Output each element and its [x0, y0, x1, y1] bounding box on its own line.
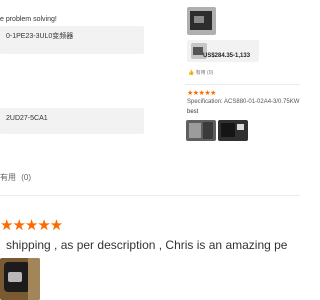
- like-count: (0): [207, 70, 214, 76]
- review-text: e problem solving!: [0, 16, 57, 23]
- like-label: 有用: [195, 70, 206, 76]
- useful-count: (0): [21, 173, 32, 182]
- review-text: shipping , as per description , Chris is…: [6, 238, 288, 252]
- thumbs-up-icon: 👍: [188, 70, 195, 76]
- review-text: best: [187, 109, 199, 115]
- review-photo[interactable]: [218, 120, 248, 141]
- like-button[interactable]: 👍 有用 (0): [188, 69, 213, 76]
- section-divider: [0, 195, 300, 196]
- rating-stars: ★★★★★: [187, 90, 216, 97]
- product-image[interactable]: [187, 7, 216, 35]
- product-spec-card[interactable]: 2UD27-5CA1: [0, 108, 144, 134]
- rating-stars: ★★★★★: [0, 217, 63, 234]
- product-price: US$284.35-1,133: [203, 53, 251, 59]
- section-divider: [185, 84, 300, 85]
- review-photo[interactable]: [0, 258, 40, 300]
- product-spec-text: 0-1PE23-3UL0变频器: [6, 33, 74, 40]
- review-specification: Specification: ACS880-01-02A4-3/0.75KW: [187, 99, 300, 105]
- useful-link[interactable]: 有用 (0): [0, 172, 31, 183]
- review-photo[interactable]: [186, 120, 216, 141]
- useful-label: 有用: [0, 173, 16, 182]
- product-card[interactable]: US$284.35-1,133: [187, 40, 259, 62]
- product-spec-text: 2UD27-5CA1: [6, 115, 48, 122]
- product-spec-card[interactable]: 0-1PE23-3UL0变频器: [0, 26, 144, 54]
